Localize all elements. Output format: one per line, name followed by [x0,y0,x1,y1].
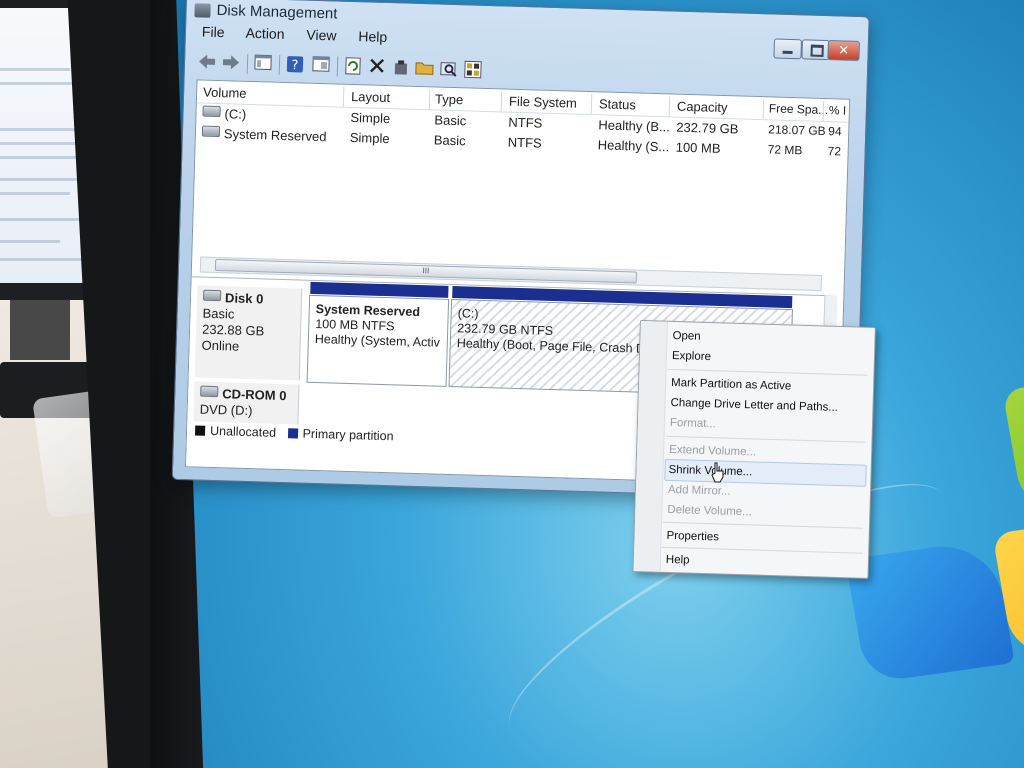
partition-title: (C:) [457,306,479,321]
disk-name: CD-ROM 0 [221,386,287,404]
column-file-system[interactable]: File System [509,94,577,111]
hard-disk-icon [202,289,222,302]
capacity-cell: 100 MB [675,139,721,156]
forward-icon[interactable] [221,53,242,74]
drive-icon [201,125,221,138]
file-system-cell: NTFS [507,134,542,151]
check-disk-icon[interactable] [463,60,484,81]
menu-item-properties[interactable]: Properties [666,527,719,547]
disk-status: Online [201,337,240,354]
file-system-cell: NTFS [508,114,543,131]
menu-file[interactable]: File [202,23,225,40]
column-status[interactable]: Status [599,96,636,112]
volume-name-cell: System Reserved [201,125,327,145]
drive-icon [202,105,221,118]
menu-item-change-drive-letter[interactable]: Change Drive Letter and Paths... [670,394,838,417]
partition-size: 232.79 GB NTFS [457,321,554,339]
primary-partition-bar [310,281,449,298]
column-type[interactable]: Type [435,91,464,107]
menu-item-format[interactable]: Format... [670,414,717,433]
partition-text: System Reserved 100 MB NTFS Healthy (Sys… [315,302,441,351]
primary-partition-swatch [287,428,298,439]
column-volume[interactable]: Volume [203,85,247,101]
toolbar-separator [336,56,339,77]
mouse-pointer-icon [711,462,724,483]
volume-name: (C:) [224,106,247,122]
free-space-cell: 72 MB [767,142,803,158]
unallocated-swatch [194,425,206,436]
menu-item-mark-active[interactable]: Mark Partition as Active [671,374,792,396]
search-icon[interactable] [439,60,460,81]
partition-text: (C:) 232.79 GB NTFS Healthy (Boot, Page … [457,306,650,357]
layout-cell: Simple [350,109,391,127]
legend: Unallocated Primary partition [194,423,394,444]
refresh-icon[interactable] [343,57,364,78]
free-space-cell: 218.07 GB [768,122,826,139]
context-menu-gutter [633,321,668,572]
logo-green-pane [1002,369,1024,515]
disk-0-label[interactable]: Disk 0 Basic 232.88 GB Online [194,285,303,381]
minimize-button[interactable] [773,38,802,60]
column-divider[interactable] [762,99,765,120]
layout-cell: Simple [349,129,390,147]
photo-scene: Disk Management ✕ File Action View Help … [0,0,1024,768]
window-title: Disk Management [216,1,338,23]
properties-icon[interactable] [311,56,332,77]
column-divider[interactable] [590,94,593,115]
partition-status: Healthy (Boot, Page File, Crash Dı [456,336,649,356]
status-cell: Healthy (B... [598,117,671,135]
column-divider[interactable] [428,89,431,110]
properties-sheet-icon[interactable] [391,58,412,79]
svg-text:?: ? [291,58,298,73]
percent-free-cell: 72 [827,144,842,159]
column-percent-free[interactable]: % I [829,103,847,118]
menu-item-open[interactable]: Open [672,327,701,346]
partition-system-reserved[interactable]: System Reserved 100 MB NTFS Healthy (Sys… [306,281,450,387]
back-icon[interactable] [197,52,218,73]
menu-help[interactable]: Help [358,28,387,45]
menu-item-delete-volume[interactable]: Delete Volume... [667,501,752,521]
menu-separator [662,546,863,554]
volume-name: System Reserved [223,126,327,145]
context-menu: Open Explore Mark Partition as Active Ch… [632,320,876,579]
show-hide-console-tree-icon[interactable] [253,54,274,75]
menu-action[interactable]: Action [245,25,284,42]
column-capacity[interactable]: Capacity [677,99,728,115]
column-free-space[interactable]: Free Spa... [769,101,829,117]
column-divider[interactable] [668,96,671,117]
toolbar-separator [278,54,281,75]
background-monitor-stand [10,300,70,360]
volume-name-cell: (C:) [202,105,247,122]
percent-free-cell: 94 [828,124,842,139]
menu-view[interactable]: View [306,27,337,44]
disk-management-app-icon [194,3,211,18]
menu-item-explore[interactable]: Explore [672,347,712,366]
status-cell: Healthy (S... [597,137,670,155]
legend-primary-partition: Primary partition [302,426,394,444]
column-divider[interactable] [500,91,503,112]
maximize-button[interactable] [801,39,830,61]
cdrom-0-label[interactable]: CD-ROM 0 DVD (D:) [193,381,300,425]
menu-item-help[interactable]: Help [666,551,690,570]
help-icon[interactable]: ? [285,55,306,76]
column-divider[interactable] [342,86,345,107]
toolbar-separator [246,53,249,74]
primary-partition-bar [452,286,793,309]
cd-drive-icon [200,385,219,398]
capacity-cell: 232.79 GB [676,119,739,137]
type-cell: Basic [433,132,466,149]
disk-name: Disk 0 [224,290,264,307]
close-button[interactable]: ✕ [827,40,860,62]
column-layout[interactable]: Layout [351,89,390,105]
disk-type: DVD (D:) [199,401,253,419]
delete-icon[interactable] [367,57,388,78]
legend-unallocated: Unallocated [209,423,277,440]
type-cell: Basic [434,112,467,129]
open-folder-icon[interactable] [415,59,436,80]
partition-status: Healthy (System, Activ [314,331,441,350]
partition-size: 100 MB NTFS [315,316,395,334]
